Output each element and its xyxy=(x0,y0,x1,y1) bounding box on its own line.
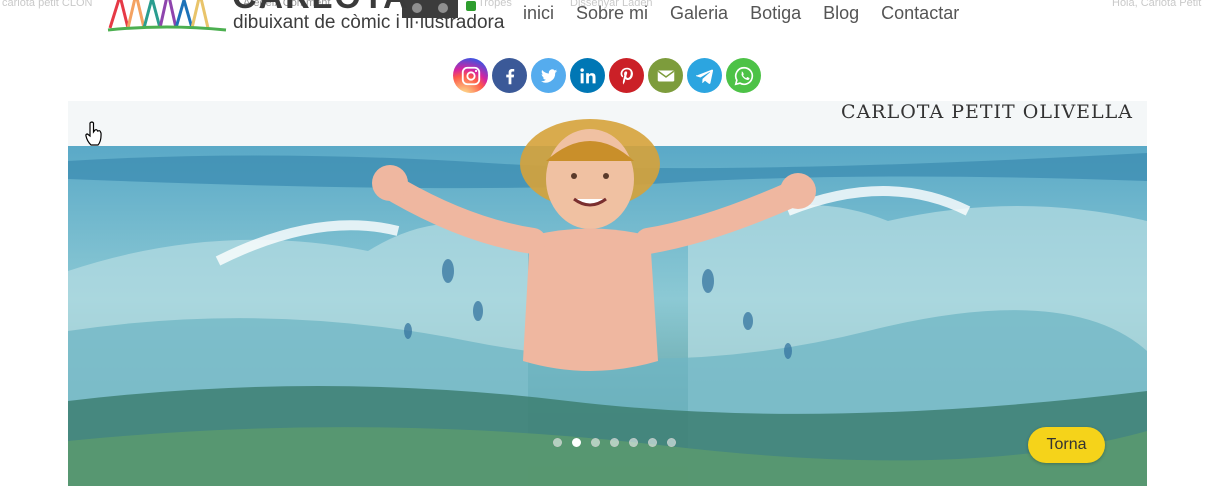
email-icon[interactable] xyxy=(648,58,683,93)
slider-dot[interactable] xyxy=(667,438,676,447)
pinterest-icon[interactable] xyxy=(609,58,644,93)
telegram-icon[interactable] xyxy=(687,58,722,93)
admin-user-greeting[interactable]: Hola, Carlota Petit xyxy=(1112,0,1201,9)
twitter-icon[interactable] xyxy=(531,58,566,93)
linkedin-icon[interactable] xyxy=(570,58,605,93)
hero-caption: CARLOTA PETIT OLIVELLA xyxy=(841,101,1133,123)
hero-slider[interactable]: CARLOTA PETIT OLIVELLA Torna xyxy=(68,101,1147,486)
back-to-top-button[interactable]: Torna xyxy=(1028,427,1105,463)
nav-blog[interactable]: Blog xyxy=(823,3,859,24)
admin-site-link[interactable]: carlota petit CLON xyxy=(2,0,92,9)
slider-dot[interactable] xyxy=(648,438,657,447)
nav-sobre-mi[interactable]: Sobre mi xyxy=(576,3,648,24)
instagram-icon[interactable] xyxy=(453,58,488,93)
social-share-bar xyxy=(453,58,765,93)
nav-contactar[interactable]: Contactar xyxy=(881,3,959,24)
logo-subtitle[interactable]: dibuixant de còmic i il·lustradora xyxy=(233,12,504,34)
slider-dot[interactable] xyxy=(629,438,638,447)
nav-botiga[interactable]: Botiga xyxy=(750,3,801,24)
slider-dot-active[interactable] xyxy=(572,438,581,447)
nav-galeria[interactable]: Galeria xyxy=(670,3,728,24)
slider-dot[interactable] xyxy=(610,438,619,447)
hero-illustration xyxy=(68,101,1147,486)
slider-dot[interactable] xyxy=(591,438,600,447)
nav-inici[interactable]: inici xyxy=(523,3,554,24)
admin-link[interactable]: Tropes xyxy=(478,0,512,9)
facebook-icon[interactable] xyxy=(492,58,527,93)
slider-dot[interactable] xyxy=(553,438,562,447)
whatsapp-icon[interactable] xyxy=(726,58,761,93)
logo-icon[interactable] xyxy=(106,0,228,32)
seo-status-icon[interactable] xyxy=(466,1,476,11)
slider-dots xyxy=(553,438,686,447)
hand-cursor-icon xyxy=(85,121,102,146)
main-nav: inici Sobre mi Galeria Botiga Blog Conta… xyxy=(523,3,981,24)
